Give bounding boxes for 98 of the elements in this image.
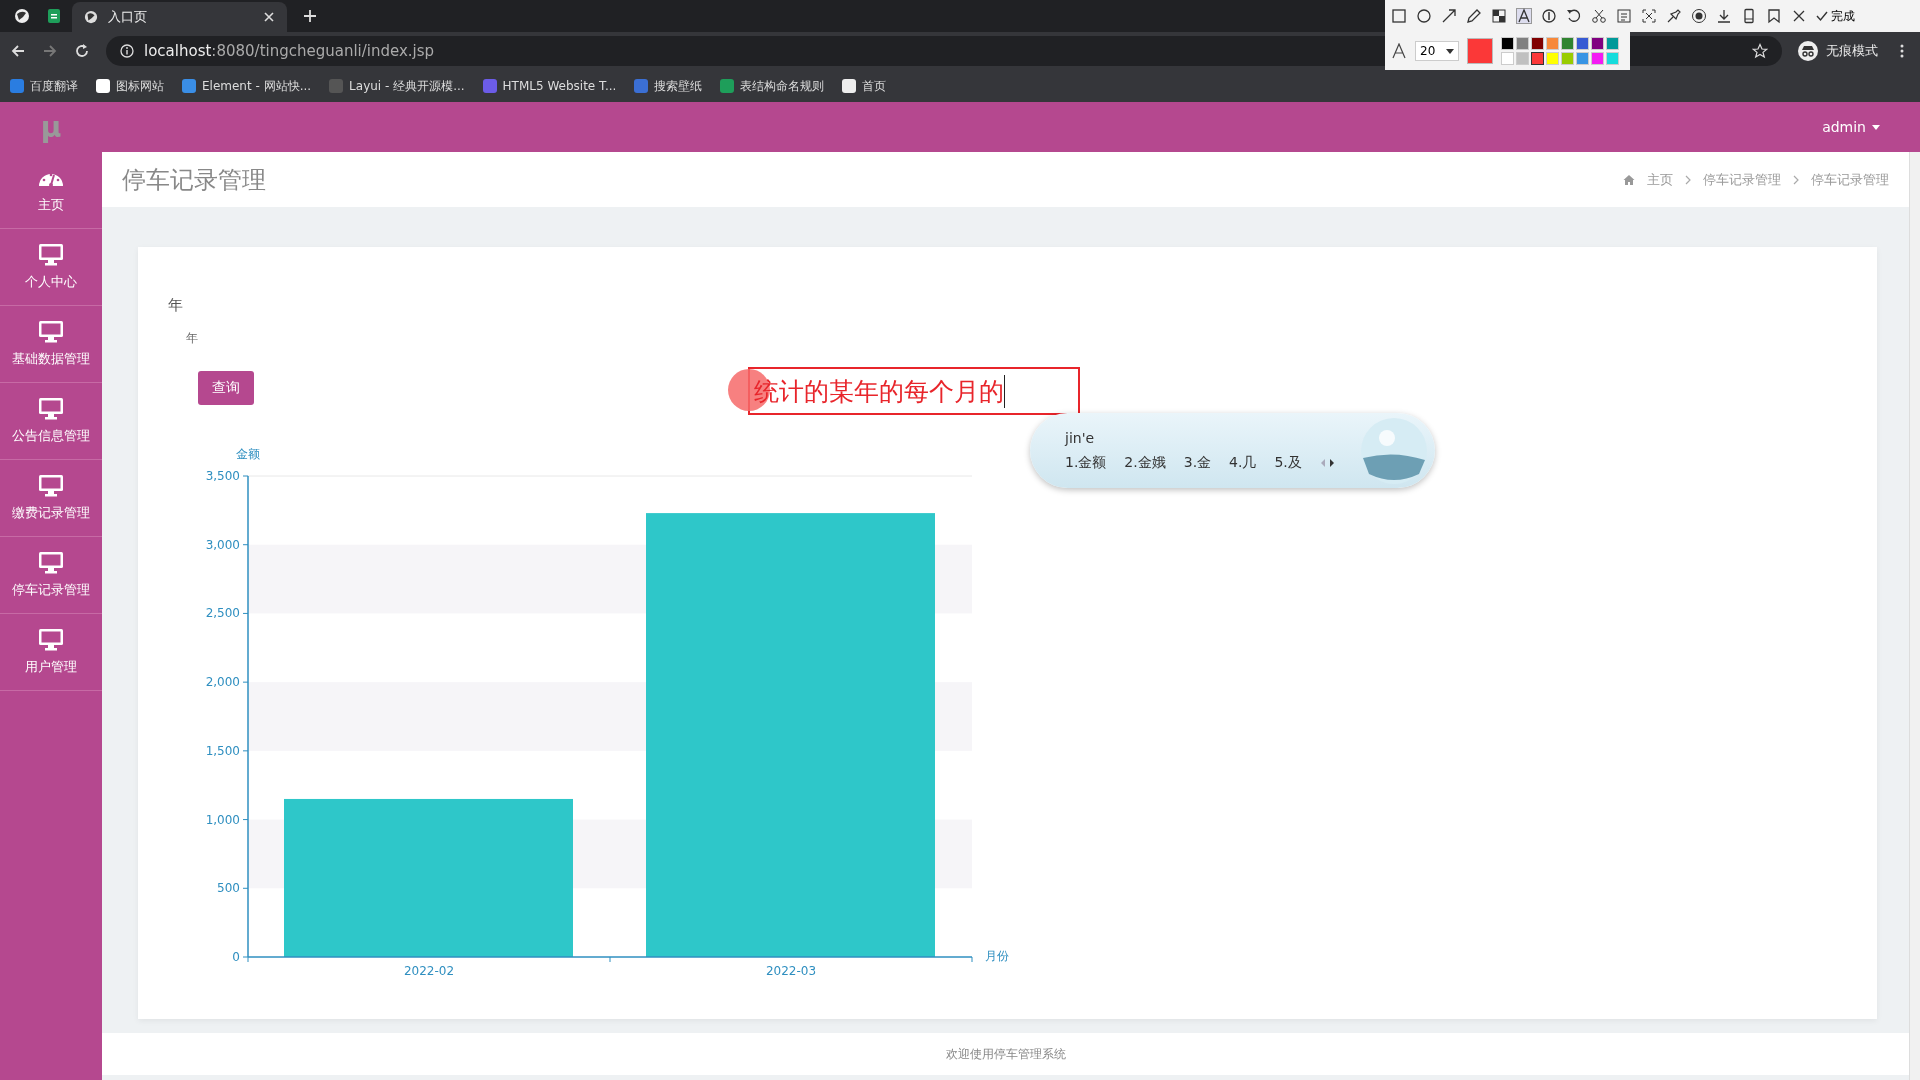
close-icon[interactable] bbox=[263, 11, 275, 23]
sidebar-label: 基础数据管理 bbox=[12, 350, 90, 368]
year-field[interactable]: 年 bbox=[182, 329, 280, 347]
incognito-button[interactable]: 无痕模式 bbox=[1798, 41, 1878, 61]
circle-icon[interactable] bbox=[1416, 8, 1432, 24]
sidebar-label: 缴费记录管理 bbox=[12, 504, 90, 522]
ime-composition: jin'e bbox=[1065, 429, 1096, 446]
back-icon[interactable] bbox=[10, 43, 26, 59]
bookmark-icon bbox=[182, 79, 196, 93]
tick-label: 500 bbox=[217, 881, 240, 896]
star-icon[interactable] bbox=[1752, 43, 1768, 59]
info-icon bbox=[120, 44, 134, 58]
font-icon bbox=[1391, 43, 1407, 59]
bookmark-item[interactable]: 首页 bbox=[842, 77, 887, 95]
monitor-icon bbox=[37, 551, 65, 575]
category-label: 2022-03 bbox=[765, 964, 817, 978]
color-swatch[interactable] bbox=[1531, 52, 1544, 65]
square-icon[interactable] bbox=[1391, 8, 1407, 24]
incognito-icon bbox=[1798, 41, 1818, 61]
check-icon bbox=[1816, 10, 1828, 22]
done-button[interactable]: 完成 bbox=[1816, 7, 1855, 25]
number-icon[interactable] bbox=[1541, 8, 1557, 24]
chevron-icon bbox=[1793, 174, 1799, 185]
browser-tab[interactable]: 入口页 bbox=[72, 2, 287, 32]
caret-icon bbox=[1446, 48, 1454, 54]
tick-label: 3,500 bbox=[205, 469, 240, 483]
tick-label: 3,000 bbox=[205, 537, 240, 552]
monitor-icon bbox=[37, 628, 65, 652]
bookmark-icon bbox=[634, 79, 649, 93]
bookmark-icon bbox=[329, 79, 344, 93]
undo-icon[interactable] bbox=[1566, 8, 1582, 24]
page-title: 停车记录管理 bbox=[122, 164, 266, 196]
bookmark-item[interactable]: 百度翻译 bbox=[10, 77, 78, 95]
font-size-dropdown[interactable]: 20 bbox=[1415, 41, 1459, 61]
sidebar-label: 用户管理 bbox=[25, 658, 77, 676]
bookmark-item[interactable]: HTML5 Website T... bbox=[482, 79, 617, 93]
scissors-icon[interactable] bbox=[1591, 8, 1607, 24]
bookmark-icon bbox=[482, 79, 497, 93]
sidebar-label: 停车记录管理 bbox=[12, 581, 90, 599]
category-label: 2022-02 bbox=[403, 964, 455, 978]
bookmark-item[interactable]: 图标网站 bbox=[96, 77, 164, 95]
bookmark-icon bbox=[720, 79, 735, 93]
page-arrows-icon[interactable] bbox=[1319, 457, 1336, 468]
bookmark-icon bbox=[10, 79, 24, 93]
new-tab-icon[interactable] bbox=[303, 9, 317, 23]
record-icon[interactable] bbox=[1691, 8, 1707, 24]
monitor-icon bbox=[37, 320, 65, 344]
ime-candidate[interactable]: 1.金额 bbox=[1065, 453, 1107, 472]
query-button[interactable]: 查询 bbox=[198, 371, 254, 405]
tick-label: 2,000 bbox=[205, 675, 240, 690]
globe-icon bbox=[84, 10, 98, 24]
field-label: 年 bbox=[168, 296, 183, 315]
crop-icon[interactable] bbox=[1641, 8, 1657, 24]
sidebar-label: 主页 bbox=[38, 196, 64, 214]
caret-icon bbox=[1872, 124, 1880, 130]
monitor-icon bbox=[37, 243, 65, 267]
bookmark-icon[interactable] bbox=[1766, 8, 1782, 24]
home-icon bbox=[1623, 173, 1635, 186]
bookmark-item[interactable]: Element - 网站快... bbox=[182, 77, 312, 95]
chevron-icon bbox=[1685, 174, 1691, 185]
footer-text: 欢迎使用停车管理系统 bbox=[102, 1033, 1909, 1075]
axis-title: 金额 bbox=[236, 447, 260, 461]
sidebar-label: 公告信息管理 bbox=[12, 427, 90, 445]
url-text: localhost:8080/tingcheguanli/index.jsp bbox=[144, 42, 435, 60]
bookmark-item[interactable]: 表结构命名规则 bbox=[720, 77, 825, 95]
bookmark-item[interactable]: 搜索壁纸 bbox=[634, 77, 703, 95]
tick-label: 1,000 bbox=[205, 812, 240, 827]
axis-title: 月份 bbox=[985, 949, 1009, 963]
bookmark-icon bbox=[842, 79, 857, 93]
tab-title: 入口页 bbox=[108, 8, 148, 26]
arrow-icon[interactable] bbox=[1441, 8, 1457, 24]
pin-icon[interactable] bbox=[1666, 8, 1682, 24]
bookmark-item[interactable]: Layui - 经典开源模... bbox=[329, 77, 465, 95]
sidebar-label: 个人中心 bbox=[25, 273, 77, 291]
logo: μ bbox=[39, 110, 63, 144]
phone-icon[interactable] bbox=[1741, 8, 1757, 24]
ime-candidate[interactable]: 4.几 bbox=[1229, 453, 1257, 472]
current-color-swatch[interactable] bbox=[1467, 38, 1493, 64]
bookmark-icon bbox=[96, 79, 110, 93]
close-icon[interactable] bbox=[1791, 8, 1807, 24]
reload-icon[interactable] bbox=[74, 43, 90, 59]
browser-icon[interactable] bbox=[14, 8, 30, 24]
pencil-icon[interactable] bbox=[1466, 8, 1482, 24]
forward-icon[interactable] bbox=[42, 43, 58, 59]
mosaic-icon[interactable] bbox=[1491, 8, 1507, 24]
tick-label: 1,500 bbox=[205, 743, 240, 758]
user-menu[interactable]: admin bbox=[1822, 119, 1880, 135]
ime-candidate[interactable]: 5.及 bbox=[1274, 453, 1302, 472]
text-tool-icon[interactable] bbox=[1516, 8, 1532, 24]
monitor-icon bbox=[37, 474, 65, 498]
monitor-icon bbox=[37, 397, 65, 421]
tick-label: 2,500 bbox=[205, 606, 240, 621]
ime-candidate[interactable]: 3.金 bbox=[1183, 453, 1212, 472]
scrollbar[interactable] bbox=[1909, 152, 1920, 1080]
ime-candidate[interactable]: 2.金娥 bbox=[1124, 453, 1166, 472]
download-icon[interactable] bbox=[1716, 8, 1732, 24]
tick-label: 0 bbox=[232, 950, 240, 964]
sheet-icon[interactable] bbox=[46, 8, 62, 24]
